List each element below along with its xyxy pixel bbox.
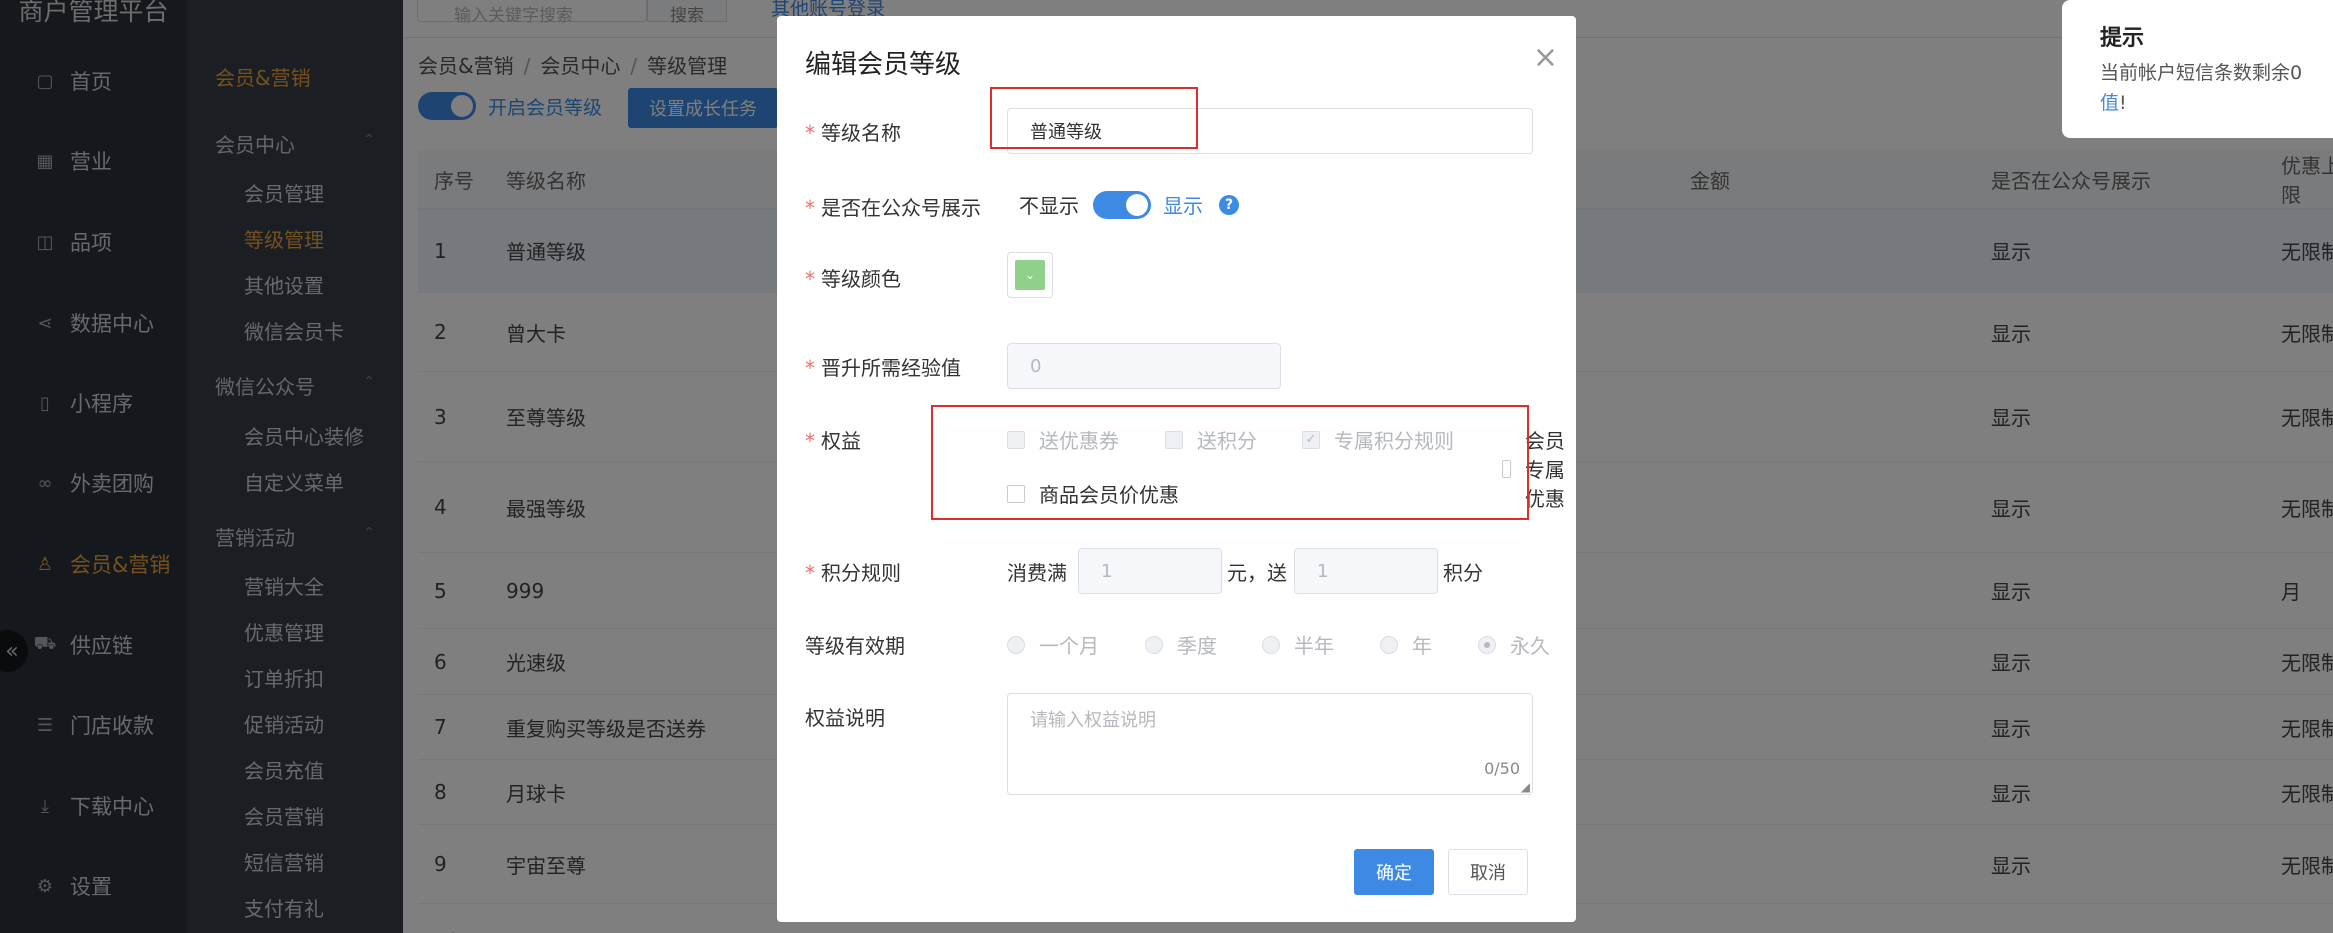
points-mid: 元，送 [1227, 561, 1287, 585]
help-icon[interactable]: ? [1219, 194, 1239, 215]
points-label: * 积分规则 [805, 561, 901, 585]
notification-title: 提示 [2100, 26, 2145, 51]
show-toggle-switch[interactable] [1093, 190, 1151, 219]
color-picker[interactable]: ⌄ [1007, 252, 1053, 298]
rights-label: * 权益 [805, 429, 861, 453]
show-switch-row: 不显示 显示 ? [1019, 190, 1239, 219]
exp-label: * 晋升所需经验值 [805, 356, 961, 380]
show-on-label[interactable]: 显示 [1163, 190, 1203, 219]
show-label: * 是否在公众号展示 [805, 196, 981, 220]
edit-level-dialog: 编辑会员等级 × * 等级名称 普通等级 * 是否在公众号展示 不显示 显示 ? *… [777, 16, 1576, 922]
dialog-title: 编辑会员等级 [805, 50, 962, 80]
notification-body: 当前帐户短信条数剩余0 值! [2100, 62, 2303, 114]
points-prefix: 消费满 [1007, 561, 1067, 585]
recharge-link[interactable]: 值 [2100, 92, 2119, 114]
char-count: 0/50 [1484, 759, 1520, 778]
points-value-input[interactable]: 1 [1294, 548, 1438, 594]
show-off-label[interactable]: 不显示 [1019, 190, 1079, 219]
name-label: * 等级名称 [805, 121, 901, 145]
exp-input[interactable]: 0 [1007, 343, 1281, 389]
notification: 提示 当前帐户短信条数剩余0 值! [2062, 0, 2333, 138]
chevron-down-icon: ⌄ [1015, 260, 1045, 290]
points-suffix: 积分 [1443, 561, 1483, 585]
radio-half-year[interactable]: 半年 [1262, 630, 1334, 659]
cancel-button[interactable]: 取消 [1448, 849, 1528, 895]
radio-quarter[interactable]: 季度 [1145, 630, 1217, 659]
resize-handle-icon[interactable]: ◢ [1521, 780, 1530, 794]
highlight-box [990, 87, 1198, 149]
radio-month[interactable]: 一个月 [1007, 630, 1099, 659]
points-amount-input[interactable]: 1 [1078, 548, 1222, 594]
highlight-box [931, 405, 1529, 520]
desc-label: 权益说明 [805, 706, 885, 730]
radio-year[interactable]: 年 [1380, 630, 1432, 659]
close-icon[interactable]: × [1533, 40, 1558, 75]
confirm-button[interactable]: 确定 [1354, 849, 1434, 895]
rights-desc-textarea[interactable]: 请输入权益说明 0/50 ◢ [1007, 693, 1533, 795]
color-label: * 等级颜色 [805, 267, 901, 291]
radio-forever[interactable]: 永久 [1478, 630, 1550, 659]
validity-label: 等级有效期 [805, 634, 905, 658]
